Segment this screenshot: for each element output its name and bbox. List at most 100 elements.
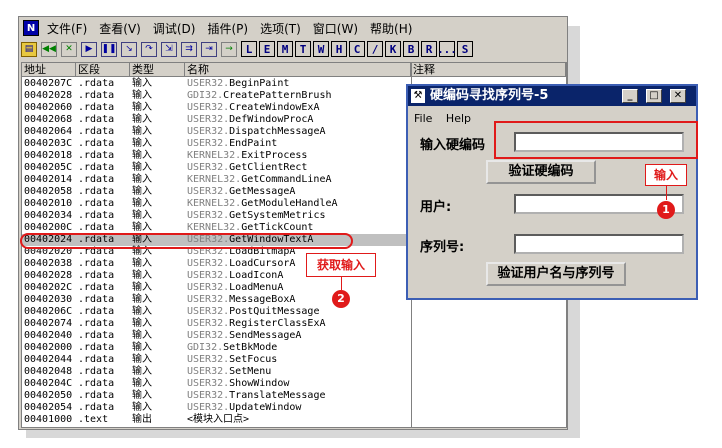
menu-file[interactable]: 文件(F) — [43, 20, 95, 37]
row-function: LoadCursorA — [229, 258, 296, 269]
row-function: SendMessageA — [229, 330, 302, 341]
maximize-icon[interactable]: □ — [646, 89, 662, 103]
dialog-titlebar: ⚒ 硬编码寻找序列号-5 _ □ ✕ — [408, 86, 696, 106]
row-section: .rdata — [78, 306, 115, 317]
memory-button[interactable]: M — [277, 41, 293, 57]
table-row[interactable]: 00402048 .rdata 输入 USER32.SetMenu — [22, 366, 566, 378]
row-name: USER32.SetFocus — [187, 354, 277, 366]
main-menubar: N 文件(F) 查看(V) 调试(D) 插件(P) 选项(T) 窗口(W) 帮助… — [21, 19, 565, 37]
menu-help[interactable]: 帮助(H) — [366, 20, 420, 37]
dialog-menu-help[interactable]: Help — [446, 112, 471, 125]
handles-button[interactable]: H — [331, 41, 347, 57]
restart-icon[interactable]: ◀◀ — [41, 41, 57, 57]
row-address: 00402028 — [24, 90, 73, 101]
table-row[interactable]: 00402040 .rdata 输入 USER32.SendMessageA — [22, 330, 566, 342]
row-function: ShowWindow — [229, 378, 290, 389]
row-function: DefWindowProcA — [229, 114, 314, 125]
execute-till-return-icon[interactable]: ⇥ — [201, 41, 217, 57]
row-section: .rdata — [78, 378, 115, 389]
window-close-icon[interactable]: ✕ — [670, 89, 686, 103]
goto-icon[interactable]: → — [221, 41, 237, 57]
callout-connector-2 — [341, 277, 342, 290]
table-row[interactable]: 00401000 .text 输出 <模块入口点> — [22, 414, 566, 426]
row-function: MessageBoxA — [229, 294, 296, 305]
verify-user-serial-button[interactable]: 验证用户名与序列号 — [486, 262, 626, 286]
pause-icon[interactable]: ❚❚ — [101, 41, 117, 57]
row-section: .rdata — [78, 126, 115, 137]
close-icon[interactable]: ✕ — [61, 41, 77, 57]
dialog-menu-file[interactable]: File — [414, 112, 432, 125]
row-function: EndPaint — [229, 138, 278, 149]
row-address: 00402050 — [24, 390, 73, 401]
threads-button[interactable]: T — [295, 41, 311, 57]
table-row[interactable]: 00402000 .rdata 输入 GDI32.SetBkMode — [22, 342, 566, 354]
row-name: KERNEL32.GetModuleHandleA — [187, 198, 338, 210]
column-header-name[interactable]: 名称 — [185, 63, 411, 77]
row-type: 输入 — [132, 162, 152, 173]
menu-debug[interactable]: 调试(D) — [149, 20, 204, 37]
table-row[interactable]: 00402074 .rdata 输入 USER32.RegisterClassExA — [22, 318, 566, 330]
row-address: 00401000 — [24, 414, 73, 425]
row-section: .rdata — [78, 78, 115, 89]
animate-over-icon[interactable]: ⇉ — [181, 41, 197, 57]
row-type: 输入 — [132, 78, 152, 89]
animate-into-icon[interactable]: ⇲ — [161, 41, 177, 57]
table-row[interactable]: 0040204C .rdata 输入 USER32.ShowWindow — [22, 378, 566, 390]
row-section: .rdata — [78, 174, 115, 185]
row-address: 00402010 — [24, 198, 73, 209]
row-section: .rdata — [78, 150, 115, 161]
serial-input[interactable] — [514, 234, 684, 254]
row-address: 0040207C — [24, 78, 73, 89]
log-button[interactable]: L — [241, 41, 257, 57]
table-row[interactable]: 00402050 .rdata 输入 USER32.TranslateMessage — [22, 390, 566, 402]
row-name: USER32.SendMessageA — [187, 330, 301, 342]
table-row[interactable]: 00402044 .rdata 输入 USER32.SetFocus — [22, 354, 566, 366]
row-library: GDI32. — [187, 90, 224, 101]
row-library: USER32. — [187, 378, 230, 389]
menu-options[interactable]: 选项(T) — [256, 20, 309, 37]
menu-view[interactable]: 查看(V) — [95, 20, 149, 37]
run-icon[interactable]: ▶ — [81, 41, 97, 57]
callout-connector-1 — [666, 186, 667, 200]
column-header-section[interactable]: 区段 — [76, 63, 130, 77]
row-function: TranslateMessage — [229, 390, 326, 401]
verify-hardcode-button[interactable]: 验证硬编码 — [486, 160, 596, 184]
row-library: USER32. — [187, 186, 230, 197]
row-address: 00402074 — [24, 318, 73, 329]
table-row[interactable]: 0040206C .rdata 输入 USER32.PostQuitMessage — [22, 306, 566, 318]
row-type: 输入 — [132, 210, 152, 221]
windows-button[interactable]: W — [313, 41, 329, 57]
table-row[interactable]: 00402054 .rdata 输入 USER32.UpdateWindow — [22, 402, 566, 414]
row-name: USER32.LoadCursorA — [187, 258, 295, 270]
row-section: .rdata — [78, 102, 115, 113]
call-stack-button[interactable]: K — [385, 41, 401, 57]
run-trace-button[interactable]: ... — [437, 41, 457, 57]
row-section: .rdata — [78, 114, 115, 125]
step-2-badge: 2 — [332, 290, 350, 308]
minimize-icon[interactable]: _ — [622, 89, 638, 103]
menu-plugins[interactable]: 插件(P) — [203, 20, 256, 37]
serial-label: 序列号: — [420, 240, 465, 255]
row-function: GetSystemMetrics — [229, 210, 326, 221]
patches-button[interactable]: / — [367, 41, 383, 57]
source-button[interactable]: S — [457, 41, 473, 57]
crackme-dialog: ⚒ 硬编码寻找序列号-5 _ □ ✕ File Help 输入硬编码 验证硬编码… — [406, 84, 698, 300]
row-function: GetTickCount — [241, 222, 314, 233]
open-icon[interactable]: ▤ — [21, 41, 37, 57]
row-section: .rdata — [78, 294, 115, 305]
column-header-type[interactable]: 类型 — [130, 63, 185, 77]
row-library: USER32. — [187, 114, 230, 125]
row-type: 输入 — [132, 270, 152, 281]
step-over-icon[interactable]: ↷ — [141, 41, 157, 57]
row-type: 输入 — [132, 174, 152, 185]
modules-button[interactable]: E — [259, 41, 275, 57]
column-header-address[interactable]: 地址 — [22, 63, 76, 77]
menu-window[interactable]: 窗口(W) — [309, 20, 366, 37]
step-into-icon[interactable]: ↘ — [121, 41, 137, 57]
breakpoints-button[interactable]: B — [403, 41, 419, 57]
cpu-button[interactable]: C — [349, 41, 365, 57]
references-button[interactable]: R — [421, 41, 437, 57]
row-function: ExitProcess — [241, 150, 308, 161]
row-library: USER32. — [187, 330, 230, 341]
column-header-comment[interactable]: 注释 — [411, 63, 566, 77]
